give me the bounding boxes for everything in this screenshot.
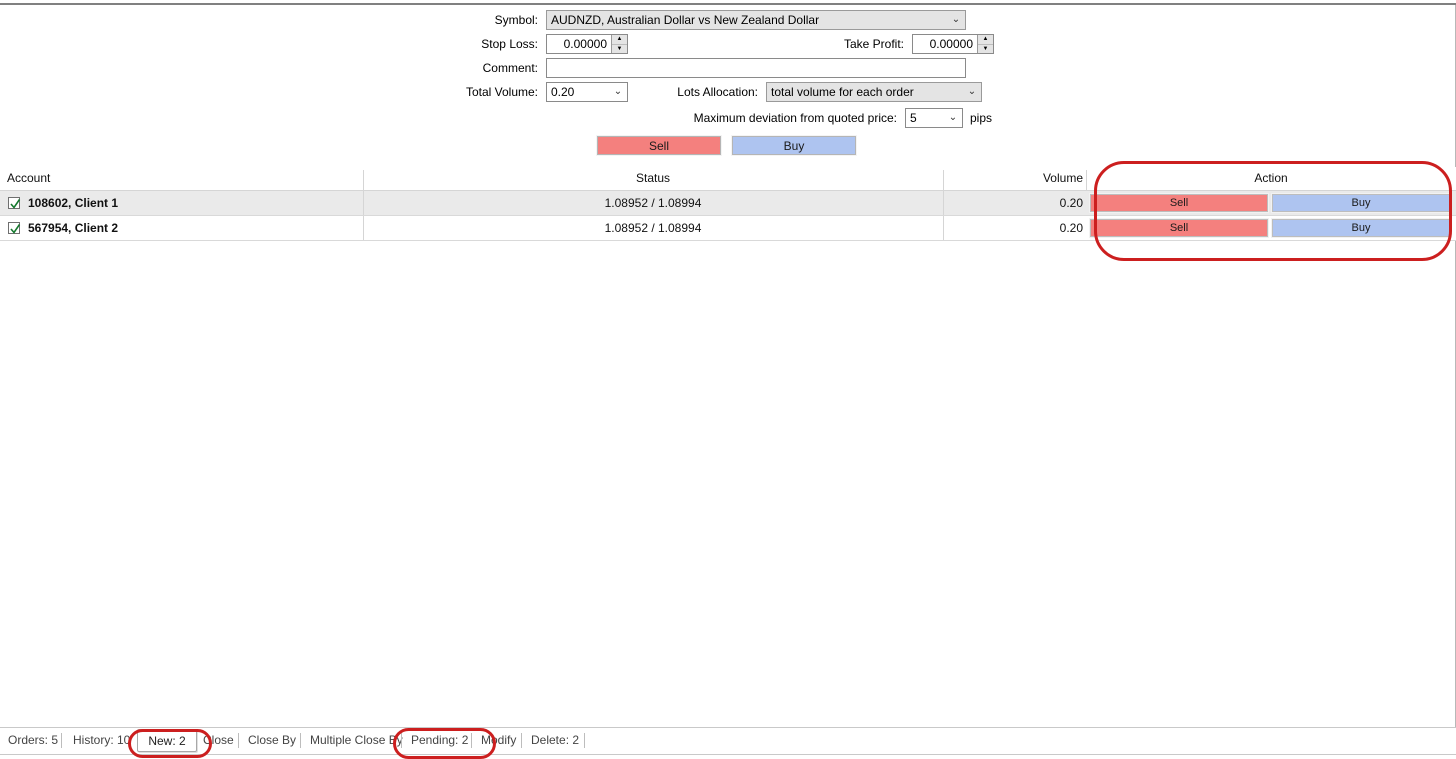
chevron-down-icon: ⌄	[611, 83, 625, 101]
cell-divider	[943, 191, 944, 215]
status-separator	[471, 733, 472, 748]
status-item-close[interactable]: Close	[203, 728, 234, 753]
row-checkbox[interactable]	[8, 197, 20, 209]
symbol-label: Symbol:	[0, 13, 538, 27]
status-tab-new[interactable]: New: 2	[137, 729, 197, 752]
column-header-account[interactable]: Account	[7, 167, 50, 190]
row-sell-button[interactable]: Sell	[1090, 194, 1268, 212]
column-header-action[interactable]: Action	[1086, 167, 1456, 190]
symbol-row: Symbol: AUDNZD, Australian Dollar vs New…	[0, 10, 1456, 30]
row-checkbox[interactable]	[8, 222, 20, 234]
account-cell: 108602, Client 1	[8, 191, 358, 215]
comment-row: Comment:	[0, 58, 1456, 78]
cell-divider	[363, 216, 364, 240]
account-label: 567954, Client 2	[28, 216, 118, 240]
status-separator	[300, 733, 301, 748]
status-separator	[584, 733, 585, 748]
account-cell: 567954, Client 2	[8, 216, 358, 240]
stepper-up-icon[interactable]: ▲	[612, 35, 627, 45]
volume-cell: 0.20	[943, 216, 1083, 240]
take-profit-stepper[interactable]: ▲ ▼	[977, 35, 993, 53]
row-buy-button[interactable]: Buy	[1272, 194, 1450, 212]
table-row[interactable]: 567954, Client 2 1.08952 / 1.08994 0.20 …	[0, 216, 1456, 241]
cell-divider	[943, 216, 944, 240]
row-buy-button[interactable]: Buy	[1272, 219, 1450, 237]
take-profit-value: 0.00000	[913, 35, 977, 53]
cell-divider	[363, 191, 364, 215]
max-deviation-label: Maximum deviation from quoted price:	[0, 111, 897, 125]
stepper-up-icon[interactable]: ▲	[978, 35, 993, 45]
total-volume-value: 0.20	[551, 83, 611, 101]
column-header-volume[interactable]: Volume	[943, 167, 1086, 190]
status-bar: Orders: 5 History: 10 New: 2 Close Close…	[0, 727, 1456, 755]
stop-loss-value: 0.00000	[547, 35, 611, 53]
stepper-down-icon[interactable]: ▼	[978, 45, 993, 54]
sell-button[interactable]: Sell	[597, 136, 721, 155]
status-item-close-by[interactable]: Close By	[248, 728, 296, 753]
status-item-orders[interactable]: Orders: 5	[8, 728, 58, 753]
status-separator	[238, 733, 239, 748]
take-profit-field[interactable]: 0.00000 ▲ ▼	[912, 34, 994, 54]
symbol-select[interactable]: AUDNZD, Australian Dollar vs New Zealand…	[546, 10, 966, 30]
stop-loss-stepper[interactable]: ▲ ▼	[611, 35, 627, 53]
volume-allocation-row: Total Volume: 0.20 ⌄ Lots Allocation: to…	[0, 82, 1456, 102]
status-separator	[61, 733, 62, 748]
pips-label: pips	[970, 111, 1010, 125]
lots-allocation-label: Lots Allocation:	[666, 85, 758, 99]
check-icon	[10, 198, 21, 210]
chevron-down-icon: ⌄	[949, 11, 963, 29]
take-profit-label: Take Profit:	[706, 37, 904, 51]
status-cell: 1.08952 / 1.08994	[363, 191, 943, 215]
status-separator	[521, 733, 522, 748]
trade-panel-window: Symbol: AUDNZD, Australian Dollar vs New…	[0, 0, 1456, 753]
accounts-grid: Account Status Volume Action 108602, Cli…	[0, 167, 1456, 241]
status-item-modify[interactable]: Modify	[481, 728, 516, 753]
buy-button[interactable]: Buy	[732, 136, 856, 155]
symbol-value: AUDNZD, Australian Dollar vs New Zealand…	[551, 11, 949, 29]
check-icon	[10, 223, 21, 235]
stoploss-takeprofit-row: Stop Loss: 0.00000 ▲ ▼ Take Profit: 0.00…	[0, 34, 1456, 54]
grid-header-row: Account Status Volume Action	[0, 167, 1456, 191]
stepper-down-icon[interactable]: ▼	[612, 45, 627, 54]
status-item-pending[interactable]: Pending: 2	[411, 728, 468, 753]
chevron-down-icon: ⌄	[946, 109, 960, 127]
status-cell: 1.08952 / 1.08994	[363, 216, 943, 240]
stop-loss-field[interactable]: 0.00000 ▲ ▼	[546, 34, 628, 54]
table-row[interactable]: 108602, Client 1 1.08952 / 1.08994 0.20 …	[0, 191, 1456, 216]
account-label: 108602, Client 1	[28, 191, 118, 215]
status-separator	[401, 733, 402, 748]
header-divider	[1086, 170, 1087, 190]
stop-loss-label: Stop Loss:	[0, 37, 538, 51]
max-deviation-select[interactable]: 5 ⌄	[905, 108, 963, 128]
status-item-history[interactable]: History: 10	[73, 728, 130, 753]
comment-label: Comment:	[0, 61, 538, 75]
max-deviation-value: 5	[910, 109, 946, 127]
lots-allocation-select[interactable]: total volume for each order ⌄	[766, 82, 982, 102]
header-divider	[363, 170, 364, 190]
lots-allocation-value: total volume for each order	[771, 83, 965, 101]
status-item-delete[interactable]: Delete: 2	[531, 728, 579, 753]
volume-cell: 0.20	[943, 191, 1083, 215]
row-sell-button[interactable]: Sell	[1090, 219, 1268, 237]
column-header-status[interactable]: Status	[363, 167, 943, 190]
chevron-down-icon: ⌄	[965, 83, 979, 101]
max-deviation-row: Maximum deviation from quoted price: 5 ⌄…	[0, 108, 1456, 128]
total-volume-select[interactable]: 0.20 ⌄	[546, 82, 628, 102]
comment-field[interactable]	[546, 58, 966, 78]
top-divider	[0, 3, 1456, 5]
total-volume-label: Total Volume:	[0, 85, 538, 99]
header-divider	[943, 170, 944, 190]
status-item-multiple-close-by[interactable]: Multiple Close By	[310, 728, 403, 753]
